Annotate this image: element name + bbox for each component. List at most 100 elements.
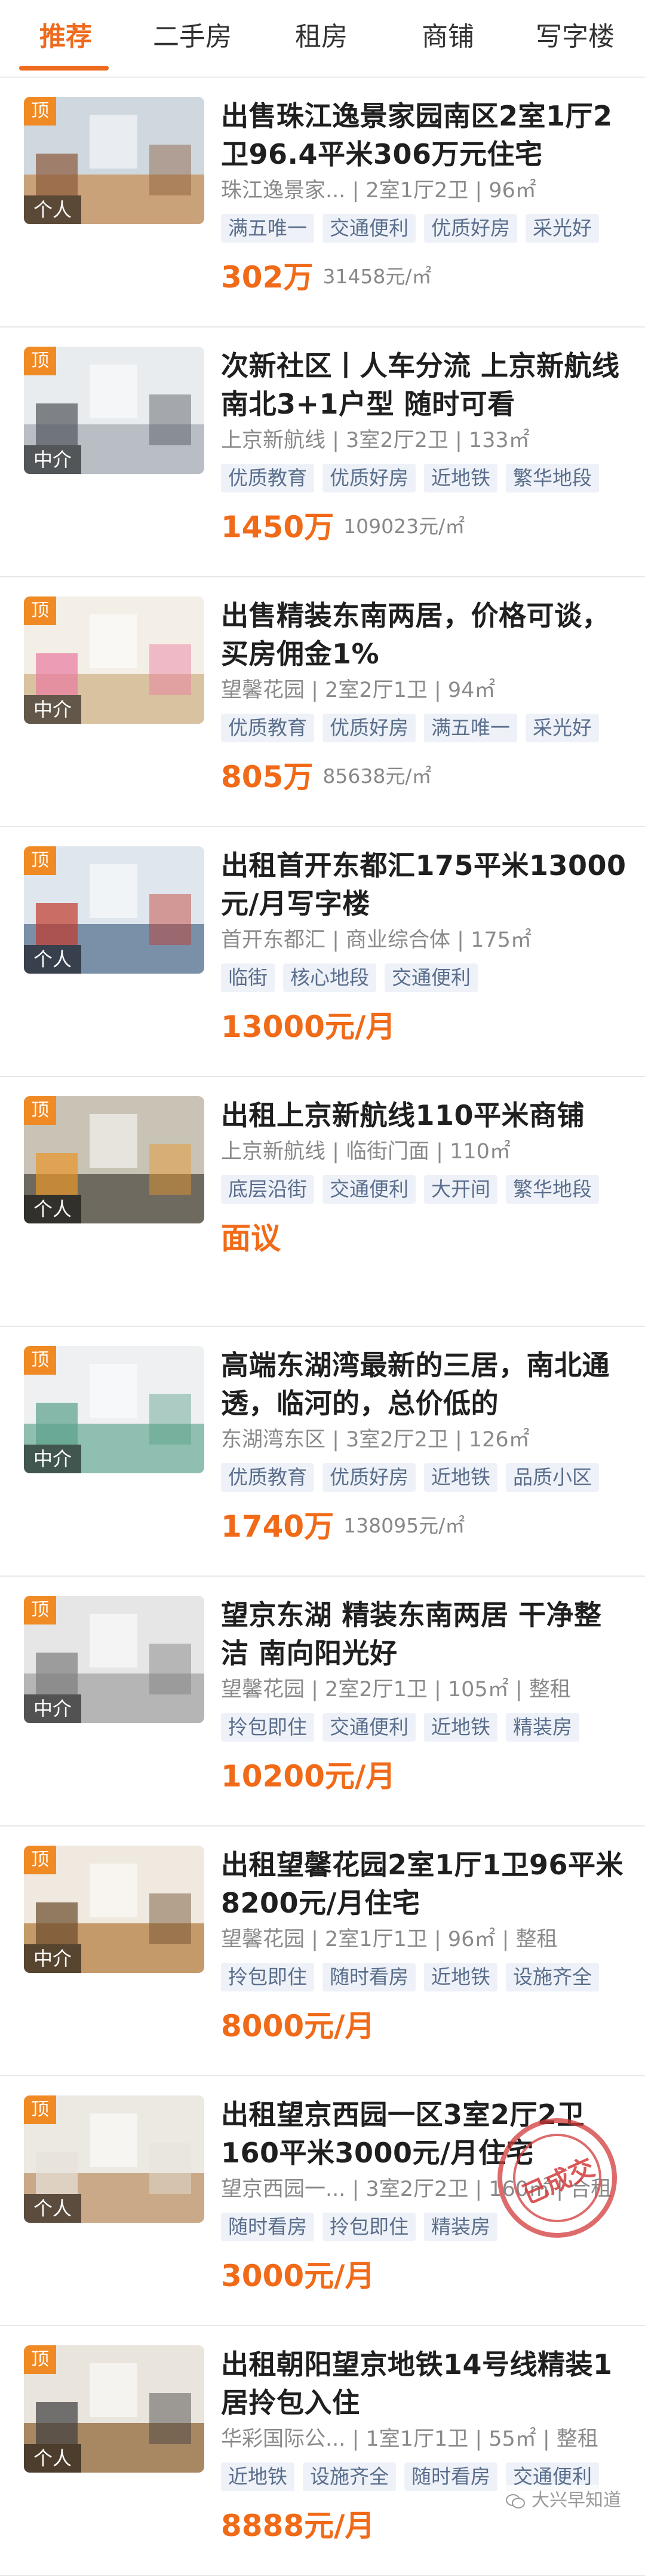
feature-tag: 优质好房 xyxy=(322,1463,416,1492)
price-row: 10200元/月 xyxy=(221,1752,627,1794)
listing-title[interactable]: 出售精装东南两居，价格可谈，买房佣金1% xyxy=(221,596,627,673)
feature-tag: 品质小区 xyxy=(506,1463,599,1492)
listing-title[interactable]: 望京东湖 精装东南两居 干净整洁 南向阳光好 xyxy=(221,1596,627,1672)
feature-tag: 采光好 xyxy=(526,214,599,243)
poster-type-label: 中介 xyxy=(24,1694,82,1723)
listing-photo[interactable]: 顶 个人 xyxy=(24,2095,204,2223)
listing-meta: 华彩国际公... | 1室1厅1卫 | 55㎡ | 整租 xyxy=(221,2427,598,2451)
feature-tag: 近地铁 xyxy=(424,1963,497,1991)
feature-tag: 精装房 xyxy=(506,1713,579,1742)
listing-card[interactable]: 顶 个人 出租望京西园一区3室2厅2卫160平米3000元/月住宅 望京西园一.… xyxy=(0,2076,645,2326)
feature-tag: 满五唯一 xyxy=(221,214,314,243)
listing-card[interactable]: 顶 个人 出租首开东都汇175平米13000元/月写字楼 首开东都汇 | 商业综… xyxy=(0,827,645,1077)
tab-recommend[interactable]: 推荐 xyxy=(15,0,116,77)
listing-title[interactable]: 出租上京新航线110平米商铺 xyxy=(221,1096,627,1134)
listing-price: 13000元/月 xyxy=(221,1009,396,1044)
feature-tag: 优质教育 xyxy=(221,714,314,742)
feature-tag: 精装房 xyxy=(424,2213,497,2241)
watermark-text: 大兴早知道 xyxy=(532,2490,621,2511)
listing-price: 805万 xyxy=(221,760,314,794)
feature-tag: 优质教育 xyxy=(221,1463,314,1492)
listing-title[interactable]: 出租朝阳望京地铁14号线精装1居拎包入住 xyxy=(221,2345,627,2422)
watermark: 大兴早知道 xyxy=(505,2485,621,2511)
listing-card[interactable]: 顶 个人 出租上京新航线110平米商铺 上京新航线 | 临街门面 | 110㎡ … xyxy=(0,1077,645,1327)
listing-title[interactable]: 次新社区丨人车分流 上京新航线南北3+1户型 随时可看 xyxy=(221,347,627,423)
listing-tags: 优质教育 优质好房 近地铁 品质小区 xyxy=(221,1463,627,1493)
listing-photo[interactable]: 顶 个人 xyxy=(24,846,204,974)
poster-type-label: 个人 xyxy=(24,945,82,974)
feature-tag: 底层沿街 xyxy=(221,1175,314,1204)
poster-type-label: 中介 xyxy=(24,1445,82,1473)
feature-tag: 交通便利 xyxy=(322,214,416,243)
listing-title[interactable]: 出租首开东都汇175平米13000元/月写字楼 xyxy=(221,846,627,923)
listing-price: 1740万 xyxy=(221,1509,334,1544)
listing-photo[interactable]: 顶 中介 xyxy=(24,347,204,474)
listing-meta: 东湖湾东区 | 3室2厅2卫 | 126㎡ xyxy=(221,1428,530,1452)
listing-card[interactable]: 顶 中介 望京东湖 精装东南两居 干净整洁 南向阳光好 望馨花园 | 2室2厅1… xyxy=(0,1577,645,1827)
listing-photo[interactable]: 顶 中介 xyxy=(24,1846,204,1973)
feature-tag: 临街 xyxy=(221,963,275,992)
poster-type-label: 中介 xyxy=(24,695,82,724)
listing-card[interactable]: 顶 中介 出售精装东南两居，价格可谈，买房佣金1% 望馨花园 | 2室2厅1卫 … xyxy=(0,577,645,827)
feature-tag: 采光好 xyxy=(526,714,599,742)
feature-tag: 近地铁 xyxy=(424,1713,497,1742)
listing-photo[interactable]: 顶 中介 xyxy=(24,1596,204,1723)
feature-tag: 近地铁 xyxy=(424,464,497,492)
listing-info: 出售精装东南两居，价格可谈，买房佣金1% 望馨花园 | 2室2厅1卫 | 94㎡… xyxy=(221,596,627,794)
listing-price: 1450万 xyxy=(221,510,334,544)
listing-info: 出售珠江逸景家园南区2室1厅2卫96.4平米306万元住宅 珠江逸景家... |… xyxy=(221,97,627,295)
listing-tags: 优质教育 优质好房 满五唯一 采光好 xyxy=(221,714,627,744)
poster-type-label: 个人 xyxy=(24,2194,82,2223)
price-row: 13000元/月 xyxy=(221,1003,627,1044)
listing-title[interactable]: 出售珠江逸景家园南区2室1厅2卫96.4平米306万元住宅 xyxy=(221,97,627,173)
listing-price: 面议 xyxy=(221,1221,281,1256)
feature-tag: 繁华地段 xyxy=(506,1175,599,1204)
listing-tags: 底层沿街 交通便利 大开间 繁华地段 xyxy=(221,1175,627,1205)
price-row: 3000元/月 xyxy=(221,2252,627,2293)
feature-tag: 核心地段 xyxy=(283,963,376,992)
top-badge: 顶 xyxy=(24,2095,56,2124)
listing-card[interactable]: 顶 中介 出租望馨花园2室1厅1卫96平米8200元/月住宅 望馨花园 | 2室… xyxy=(0,1827,645,2076)
listing-tags: 拎包即住 交通便利 近地铁 精装房 xyxy=(221,1713,627,1743)
feature-tag: 交通便利 xyxy=(322,1175,416,1204)
listing-info: 高端东湖湾最新的三居，南北通透，临河的，总价低的 东湖湾东区 | 3室2厅2卫 … xyxy=(221,1346,627,1544)
listing-photo[interactable]: 顶 个人 xyxy=(24,97,204,224)
listing-price: 302万 xyxy=(221,260,314,295)
listing-meta: 上京新航线 | 临街门面 | 110㎡ xyxy=(221,1140,511,1164)
listing-meta: 上京新航线 | 3室2厅2卫 | 133㎡ xyxy=(221,429,530,452)
listing-card[interactable]: 顶 个人 出售珠江逸景家园南区2室1厅2卫96.4平米306万元住宅 珠江逸景家… xyxy=(0,78,645,328)
top-badge: 顶 xyxy=(24,1846,56,1874)
listing-price: 8000元/月 xyxy=(221,2009,375,2043)
listing-photo[interactable]: 顶 中介 xyxy=(24,596,204,724)
listing-title[interactable]: 出租望馨花园2室1厅1卫96平米8200元/月住宅 xyxy=(221,1846,627,1922)
tab-second-hand[interactable]: 二手房 xyxy=(142,0,243,77)
poster-type-label: 个人 xyxy=(24,2444,82,2473)
top-badge: 顶 xyxy=(24,596,56,625)
listing-title[interactable]: 高端东湖湾最新的三居，南北通透，临河的，总价低的 xyxy=(221,1346,627,1422)
listing-photo[interactable]: 顶 个人 xyxy=(24,2345,204,2473)
listing-price: 10200元/月 xyxy=(221,1759,396,1794)
feature-tag: 随时看房 xyxy=(322,1963,416,1991)
listing-card[interactable]: 顶 中介 次新社区丨人车分流 上京新航线南北3+1户型 随时可看 上京新航线 |… xyxy=(0,328,645,577)
unit-price: 31458元/㎡ xyxy=(322,265,432,288)
top-badge: 顶 xyxy=(24,1596,56,1624)
feature-tag: 优质好房 xyxy=(424,214,517,243)
listing-card[interactable]: 顶 中介 高端东湖湾最新的三居，南北通透，临河的，总价低的 东湖湾东区 | 3室… xyxy=(0,1327,645,1577)
poster-type-label: 个人 xyxy=(24,195,82,224)
top-badge: 顶 xyxy=(24,347,56,375)
listing-card[interactable]: 顶 个人 出租朝阳望京地铁14号线精装1居拎包入住 华彩国际公... | 1室1… xyxy=(0,2326,645,2576)
top-badge: 顶 xyxy=(24,1346,56,1375)
listing-tags: 优质教育 优质好房 近地铁 繁华地段 xyxy=(221,464,627,494)
listing-tags: 拎包即住 随时看房 近地铁 设施齐全 xyxy=(221,1963,627,1993)
top-badge: 顶 xyxy=(24,1096,56,1125)
listing-photo[interactable]: 顶 中介 xyxy=(24,1346,204,1473)
listing-photo[interactable]: 顶 个人 xyxy=(24,1096,204,1223)
unit-price: 85638元/㎡ xyxy=(322,764,432,788)
listing-tags: 临街 核心地段 交通便利 xyxy=(221,963,627,993)
price-row: 805万 85638元/㎡ xyxy=(221,753,627,794)
tab-offices[interactable]: 写字楼 xyxy=(524,0,626,77)
top-badge: 顶 xyxy=(24,2345,56,2374)
tab-rent[interactable]: 租房 xyxy=(271,0,372,77)
tab-shops[interactable]: 商铺 xyxy=(397,0,499,77)
listing-price: 8888元/月 xyxy=(221,2508,375,2543)
